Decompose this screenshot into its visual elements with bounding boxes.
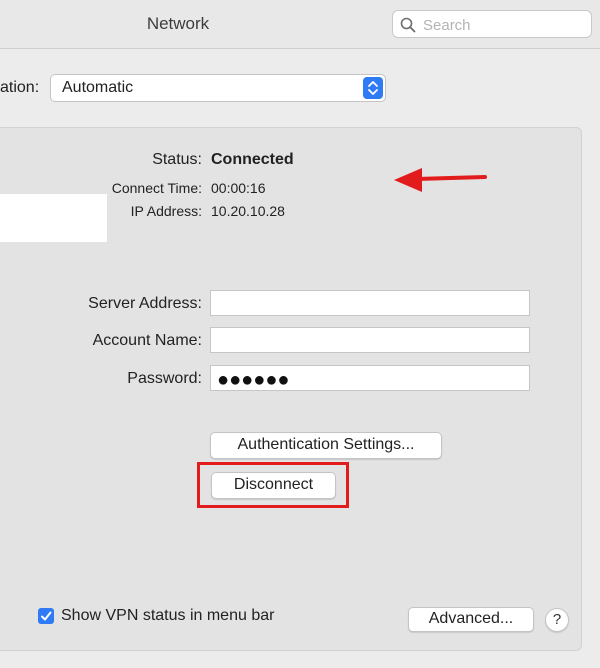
server-address-field[interactable] bbox=[210, 290, 530, 316]
status-value: Connected bbox=[211, 151, 294, 168]
search-field[interactable] bbox=[392, 10, 592, 38]
window-title: Network bbox=[146, 14, 210, 33]
show-vpn-status-checkbox[interactable] bbox=[38, 608, 54, 624]
annotation-highlight-box bbox=[197, 462, 349, 508]
location-label: ation: bbox=[0, 79, 40, 96]
window-titlebar: Network bbox=[0, 0, 600, 49]
status-label: Status: bbox=[152, 151, 202, 168]
account-name-field[interactable] bbox=[210, 327, 530, 353]
authentication-settings-button[interactable]: Authentication Settings... bbox=[210, 432, 442, 459]
location-select[interactable]: Automatic bbox=[50, 74, 386, 102]
server-address-label: Server Address: bbox=[88, 295, 202, 312]
search-icon bbox=[400, 17, 416, 33]
advanced-button[interactable]: Advanced... bbox=[408, 607, 534, 632]
ip-address-label: IP Address: bbox=[130, 203, 202, 219]
red-arrow-icon bbox=[394, 168, 487, 192]
search-input[interactable] bbox=[421, 14, 590, 36]
location-value: Automatic bbox=[62, 79, 134, 96]
connect-time-value: 00:00:16 bbox=[211, 180, 266, 196]
ip-address-value: 10.20.10.28 bbox=[211, 203, 285, 219]
stepper-icon[interactable] bbox=[363, 77, 383, 99]
password-mask: ●●●●●● bbox=[217, 369, 290, 391]
connect-time-label: Connect Time: bbox=[111, 180, 202, 196]
checkmark-icon bbox=[41, 611, 52, 621]
password-label: Password: bbox=[127, 370, 202, 387]
account-name-label: Account Name: bbox=[92, 332, 202, 349]
show-vpn-status-label: Show VPN status in menu bar bbox=[61, 607, 275, 624]
help-button[interactable]: ? bbox=[545, 608, 569, 632]
